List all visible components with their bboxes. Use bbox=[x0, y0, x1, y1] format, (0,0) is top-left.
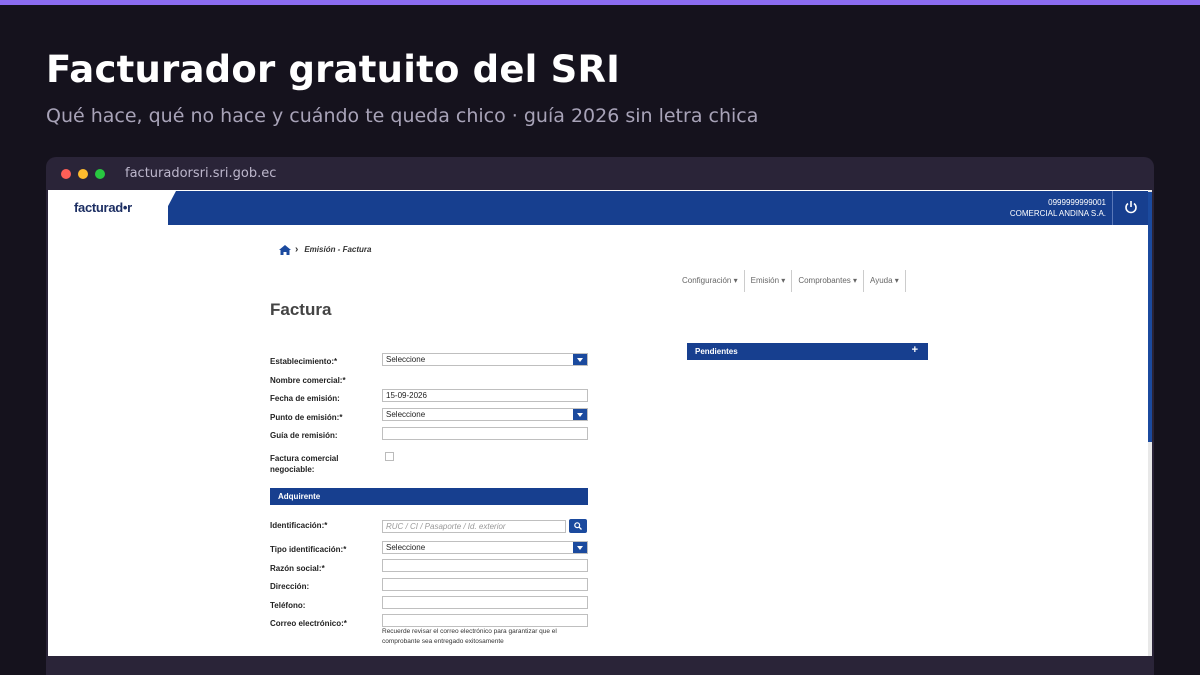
pendientes-title: Pendientes bbox=[695, 347, 738, 356]
browser-chrome: facturadorsri.sri.gob.ec bbox=[46, 157, 1154, 190]
telefono-input[interactable] bbox=[382, 596, 588, 609]
browser-window: facturadorsri.sri.gob.ec facturad•r 0999… bbox=[46, 157, 1154, 675]
logout-button[interactable] bbox=[1112, 191, 1148, 225]
adquirente-section-header: Adquirente bbox=[270, 488, 588, 505]
tipo-identificacion-value: Seleccione bbox=[386, 543, 426, 552]
user-ruc: 0999999999001 bbox=[1048, 198, 1106, 207]
establecimiento-value: Seleccione bbox=[386, 355, 426, 364]
identificacion-label: Identificación:* bbox=[270, 521, 328, 530]
home-icon[interactable] bbox=[279, 244, 291, 255]
correo-label: Correo electrónico:* bbox=[270, 619, 347, 628]
search-icon bbox=[574, 522, 582, 530]
menu-emision[interactable]: Emisión ▾ bbox=[745, 270, 793, 292]
direccion-input[interactable] bbox=[382, 578, 588, 591]
telefono-label: Teléfono: bbox=[270, 601, 306, 610]
address-bar-url[interactable]: facturadorsri.sri.gob.ec bbox=[125, 166, 276, 181]
menu-configuracion[interactable]: Configuración ▾ bbox=[676, 270, 745, 292]
direccion-label: Dirección: bbox=[270, 582, 310, 591]
dropdown-arrow-icon[interactable] bbox=[573, 542, 587, 553]
page-scrollbar[interactable] bbox=[1148, 190, 1152, 656]
razon-social-label: Razón social:* bbox=[270, 564, 325, 573]
establecimiento-select[interactable]: Seleccione bbox=[382, 353, 588, 366]
menu-ayuda[interactable]: Ayuda ▾ bbox=[864, 270, 906, 292]
correo-help-text: Recuerde revisar el correo electrónico p… bbox=[382, 628, 557, 645]
correo-input[interactable] bbox=[382, 614, 588, 627]
search-identificacion-button[interactable] bbox=[569, 519, 587, 533]
punto-emision-select[interactable]: Seleccione bbox=[382, 408, 588, 421]
dropdown-arrow-icon[interactable] bbox=[573, 409, 587, 420]
dropdown-arrow-icon[interactable] bbox=[573, 354, 587, 365]
scrollbar-thumb[interactable] bbox=[1148, 192, 1152, 442]
minimize-window-dot[interactable] bbox=[78, 169, 88, 179]
tipo-identificacion-label: Tipo identificación:* bbox=[270, 545, 347, 554]
slide-title: Facturador gratuito del SRI bbox=[46, 48, 621, 91]
menu-comprobantes[interactable]: Comprobantes ▾ bbox=[792, 270, 865, 292]
slide-subtitle: Qué hace, qué no hace y cuándo te queda … bbox=[46, 105, 759, 127]
web-page: facturad•r 0999999999001 COMERCIAL ANDIN… bbox=[48, 190, 1152, 656]
breadcrumb: › Emisión - Factura bbox=[279, 244, 371, 255]
user-info: 0999999999001 COMERCIAL ANDINA S.A. bbox=[1010, 197, 1106, 219]
chevron-right-icon: › bbox=[295, 244, 299, 255]
establecimiento-label: Establecimiento:* bbox=[270, 357, 338, 366]
maximize-window-dot[interactable] bbox=[95, 169, 105, 179]
guia-remision-input[interactable] bbox=[382, 427, 588, 440]
user-company: COMERCIAL ANDINA S.A. bbox=[1009, 209, 1106, 218]
punto-emision-label: Punto de emisión:* bbox=[270, 413, 343, 422]
identificacion-input[interactable]: RUC / CI / Pasaporte / Id. exterior bbox=[382, 520, 566, 533]
main-menu: Configuración ▾ Emisión ▾ Comprobantes ▾… bbox=[676, 270, 906, 292]
page-title: Factura bbox=[270, 300, 332, 319]
punto-emision-value: Seleccione bbox=[386, 410, 426, 419]
power-icon bbox=[1125, 201, 1137, 214]
expand-plus-icon[interactable]: + bbox=[912, 344, 918, 356]
guia-remision-label: Guía de remisión: bbox=[270, 431, 338, 440]
app-header: facturad•r 0999999999001 COMERCIAL ANDIN… bbox=[48, 191, 1148, 225]
fecha-emision-input[interactable]: 15-09-2026 bbox=[382, 389, 588, 402]
tipo-identificacion-select[interactable]: Seleccione bbox=[382, 541, 588, 554]
fecha-emision-label: Fecha de emisión: bbox=[270, 394, 340, 403]
nombre-comercial-label: Nombre comercial:* bbox=[270, 376, 346, 385]
close-window-dot[interactable] bbox=[61, 169, 71, 179]
breadcrumb-current: Emisión - Factura bbox=[304, 245, 372, 254]
top-accent-bar bbox=[0, 0, 1200, 5]
factura-negociable-label: Factura comercial negociable: bbox=[270, 454, 339, 474]
factura-negociable-checkbox[interactable] bbox=[385, 452, 394, 461]
pendientes-panel-header[interactable]: Pendientes + bbox=[687, 343, 928, 360]
facturador-logo[interactable]: facturad•r bbox=[74, 200, 132, 215]
razon-social-input[interactable] bbox=[382, 559, 588, 572]
